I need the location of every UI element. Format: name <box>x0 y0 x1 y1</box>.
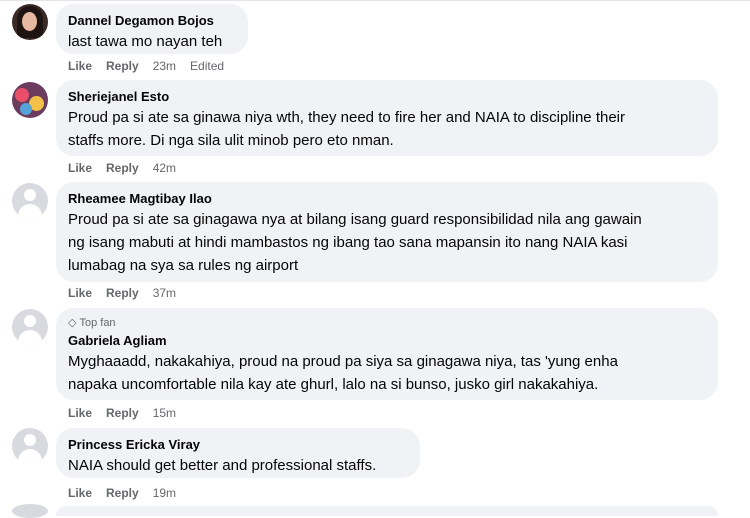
comment-actions: Like Reply 23m Edited <box>68 58 238 74</box>
comment-timestamp[interactable]: 19m <box>153 485 176 501</box>
comment-text-line: Proud pa si ate sa ginawa niya wth, they… <box>68 109 625 126</box>
comment-text-line: Myghaaadd, nakakahiya, proud na proud pa… <box>68 353 618 370</box>
comment-bubble: Princess Ericka Viray NAIA should get be… <box>56 428 420 478</box>
reply-button[interactable]: Reply <box>106 285 139 301</box>
reply-button[interactable]: Reply <box>106 405 139 421</box>
like-button[interactable]: Like <box>68 485 92 501</box>
comment-text: Myghaaadd, nakakahiya, proud na proud pa… <box>68 350 706 396</box>
like-button[interactable]: Like <box>68 160 92 176</box>
comment-timestamp[interactable]: 23m <box>153 58 176 74</box>
like-button[interactable]: Like <box>68 285 92 301</box>
like-button[interactable]: Like <box>68 58 92 74</box>
top-fan-label: Top fan <box>79 317 116 329</box>
avatar[interactable] <box>12 309 48 345</box>
comment-bubble: Dannel Degamon Bojos last tawa mo nayan … <box>56 4 248 54</box>
top-divider <box>0 0 750 1</box>
comment-author[interactable]: Gabriela Agliam <box>68 332 706 349</box>
comment-text-line: Proud pa si ate sa ginagawa nya at bilan… <box>68 211 642 228</box>
comment-text-line: lumabag na sya sa rules ng airport <box>68 257 299 274</box>
comment-actions: Like Reply 42m <box>68 160 190 176</box>
comment-text-line: staffs more. Di nga sila ulit minob pero… <box>68 132 394 149</box>
reply-button[interactable]: Reply <box>106 58 139 74</box>
avatar[interactable] <box>12 428 48 464</box>
comment-timestamp[interactable]: 37m <box>153 285 176 301</box>
comment-author[interactable]: Sheriejanel Esto <box>68 88 706 105</box>
diamond-icon: ◇ <box>68 317 77 329</box>
comment-text-line: ng isang mabuti at hindi mambastos ng ib… <box>68 234 628 251</box>
comment-bubble: Sheriejanel Esto Proud pa si ate sa gina… <box>56 80 718 156</box>
reply-button[interactable]: Reply <box>106 160 139 176</box>
comment-text: last tawa mo nayan teh <box>68 33 223 50</box>
avatar[interactable] <box>12 82 48 118</box>
comment-author[interactable]: Princess Ericka Viray <box>68 436 408 453</box>
reply-button[interactable]: Reply <box>106 485 139 501</box>
comment-actions: Like Reply 37m <box>68 285 190 301</box>
comment-text-line: napaka uncomfortable nila kay ate ghurl,… <box>68 376 599 393</box>
edited-label: Edited <box>190 59 225 73</box>
comment-bubble: ◇ Top fan Gabriela Agliam Myghaaadd, naka… <box>56 308 718 400</box>
top-fan-badge: ◇ Top fan <box>68 316 706 330</box>
comment-actions: Like Reply 19m <box>68 485 190 501</box>
comment-text: Proud pa si ate sa ginawa niya wth, they… <box>68 106 706 152</box>
comment-bubble: Rheamee Magtibay Ilao Proud pa si ate sa… <box>56 182 718 282</box>
comment-actions: Like Reply 15m <box>68 405 190 421</box>
comment-text: Proud pa si ate sa ginagawa nya at bilan… <box>68 208 706 277</box>
comment-author[interactable]: Rheamee Magtibay Ilao <box>68 190 706 207</box>
comment-timestamp[interactable]: 42m <box>153 160 176 176</box>
comment-timestamp[interactable]: 15m <box>153 405 176 421</box>
like-button[interactable]: Like <box>68 405 92 421</box>
comment-text: NAIA should get better and professional … <box>68 457 377 474</box>
comment-author[interactable]: Dannel Degamon Bojos <box>68 12 236 29</box>
comment-bubble <box>56 506 718 516</box>
avatar[interactable] <box>12 183 48 219</box>
avatar <box>12 504 48 518</box>
avatar[interactable] <box>12 4 48 40</box>
